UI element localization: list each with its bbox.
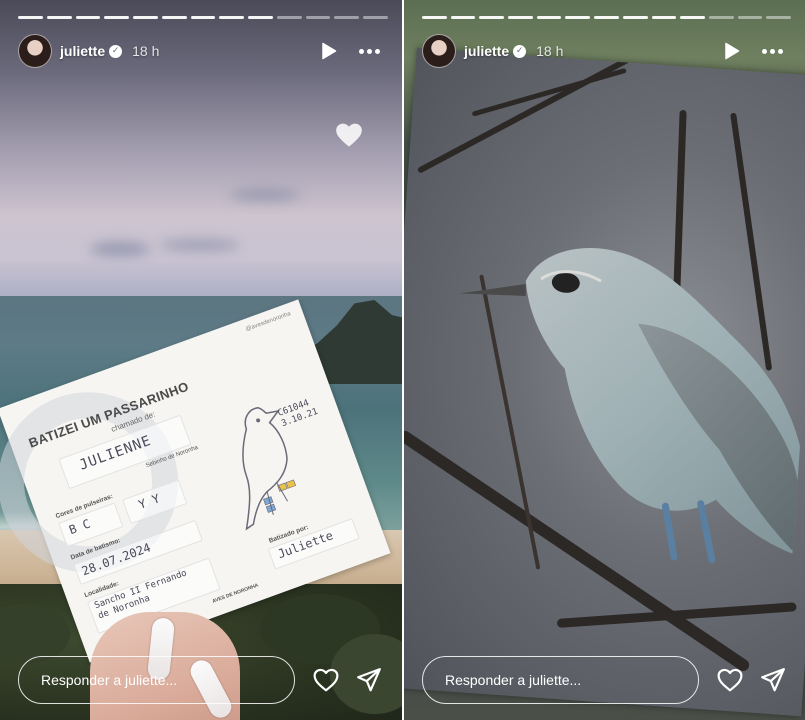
- progress-segment: [479, 16, 505, 19]
- story-left[interactable]: @avesdenoronha BATIZEI UM PASSARINHO cha…: [0, 0, 402, 720]
- cloud: [160, 240, 240, 250]
- progress-segment: [219, 16, 245, 19]
- progress-segment: [363, 16, 388, 19]
- progress-segment: [334, 16, 360, 19]
- timestamp: 18 h: [132, 43, 160, 59]
- send-button[interactable]: [759, 666, 787, 694]
- like-button[interactable]: [716, 666, 744, 694]
- more-options-icon: [358, 48, 364, 54]
- heart-icon: [313, 668, 339, 692]
- progress-segment: [133, 16, 158, 19]
- verified-badge-icon: ✓: [109, 44, 123, 58]
- bush: [0, 604, 70, 664]
- send-button[interactable]: [355, 666, 383, 694]
- play-button[interactable]: [318, 40, 340, 62]
- play-button[interactable]: [721, 40, 743, 62]
- heart-filled-icon: [336, 123, 362, 147]
- progress-segment: [651, 16, 677, 19]
- progress-segment: [680, 16, 705, 19]
- progress-segment: [422, 16, 447, 19]
- progress-segment: [161, 16, 187, 19]
- avatar[interactable]: [422, 34, 456, 68]
- play-icon: [725, 42, 740, 60]
- story-footer: Responder a juliette...: [18, 656, 384, 704]
- verified-badge-icon: ✓: [513, 44, 527, 58]
- progress-segment: [450, 16, 476, 19]
- more-options-icon: [761, 48, 767, 54]
- bird-illustration: [459, 248, 804, 564]
- story-right[interactable]: juliette ✓ 18 h Responder a juliette...: [404, 0, 805, 720]
- progress-segment: [75, 16, 101, 19]
- dot: [366, 48, 372, 54]
- dot: [777, 48, 783, 54]
- progress-segment: [248, 16, 273, 19]
- username[interactable]: juliette: [60, 43, 105, 59]
- cloud: [230, 190, 300, 200]
- story-progress-bar: [422, 16, 791, 19]
- avatar[interactable]: [18, 34, 52, 68]
- reply-input[interactable]: Responder a juliette...: [18, 656, 295, 704]
- progress-segment: [18, 16, 43, 19]
- like-button[interactable]: [312, 666, 340, 694]
- story-header: juliette ✓ 18 h: [18, 34, 384, 68]
- progress-segment: [565, 16, 591, 19]
- dot: [769, 48, 775, 54]
- progress-segment: [305, 16, 331, 19]
- bird-photo: [404, 47, 805, 717]
- play-icon: [322, 42, 337, 60]
- more-options-button[interactable]: [354, 40, 384, 62]
- progress-segment: [708, 16, 734, 19]
- heart-icon: [717, 668, 743, 692]
- progress-segment: [766, 16, 791, 19]
- story-footer: Responder a juliette...: [422, 656, 787, 704]
- dot: [374, 48, 380, 54]
- more-options-button[interactable]: [757, 40, 787, 62]
- progress-segment: [104, 16, 130, 19]
- send-icon: [357, 668, 381, 692]
- cloud: [90, 242, 150, 256]
- story-progress-bar: [18, 16, 388, 19]
- timestamp: 18 h: [536, 43, 564, 59]
- username[interactable]: juliette: [464, 43, 509, 59]
- stories-viewer: @avesdenoronha BATIZEI UM PASSARINHO cha…: [0, 0, 805, 720]
- progress-segment: [737, 16, 763, 19]
- progress-segment: [276, 16, 302, 19]
- progress-segment: [190, 16, 216, 19]
- progress-segment: [46, 16, 72, 19]
- send-icon: [761, 668, 785, 692]
- progress-segment: [594, 16, 619, 19]
- story-header: juliette ✓ 18 h: [422, 34, 787, 68]
- branch: [471, 67, 627, 117]
- reply-input[interactable]: Responder a juliette...: [422, 656, 699, 704]
- progress-segment: [508, 16, 533, 19]
- progress-segment: [536, 16, 562, 19]
- progress-segment: [622, 16, 648, 19]
